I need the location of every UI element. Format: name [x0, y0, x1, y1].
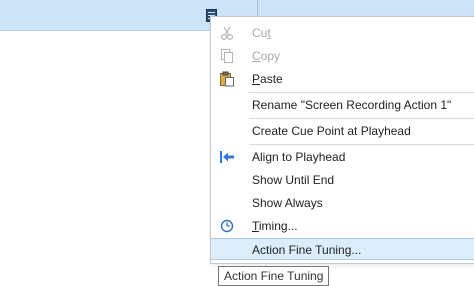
clipboard-icon	[220, 71, 234, 87]
context-menu: Cut Copy Paste Rename "Screen Recording …	[210, 16, 474, 264]
menu-item-cut[interactable]: Cut	[211, 22, 474, 44]
menu-item-timing-label: Timing...	[252, 219, 298, 233]
menu-item-align-to-playhead[interactable]: Align to Playhead	[211, 146, 474, 168]
menu-item-show-until-end-label: Show Until End	[252, 173, 335, 187]
menu-item-show-until-end[interactable]: Show Until End	[211, 169, 474, 191]
menu-item-show-always[interactable]: Show Always	[211, 192, 474, 214]
menu-item-cut-label: Cut	[252, 26, 271, 40]
menu-item-rename-label: Rename "Screen Recording Action 1"	[252, 98, 452, 112]
menu-separator	[249, 118, 474, 119]
menu-item-action-fine-tuning[interactable]: Action Fine Tuning...	[211, 238, 474, 260]
menu-item-show-always-label: Show Always	[252, 196, 323, 210]
menu-separator	[249, 92, 474, 93]
menu-item-timing[interactable]: Timing...	[211, 215, 474, 237]
menu-item-copy-label: Copy	[252, 49, 281, 63]
screen: Cut Copy Paste Rename "Screen Recording …	[0, 0, 474, 286]
scissors-icon	[220, 26, 234, 41]
menu-item-rename[interactable]: Rename "Screen Recording Action 1"	[211, 94, 474, 116]
tooltip: Action Fine Tuning	[218, 266, 330, 286]
menu-item-action-fine-tuning-label: Action Fine Tuning...	[252, 243, 362, 257]
menu-item-align-to-playhead-label: Align to Playhead	[252, 150, 346, 164]
clock-icon	[220, 219, 234, 233]
menu-item-paste[interactable]: Paste	[211, 68, 474, 90]
menu-item-create-cue-point[interactable]: Create Cue Point at Playhead	[211, 120, 474, 142]
align-arrow-icon	[220, 151, 234, 163]
menu-item-paste-label: Paste	[252, 72, 283, 86]
menu-separator	[249, 144, 474, 145]
menu-item-create-cue-point-label: Create Cue Point at Playhead	[252, 124, 411, 138]
copy-icon	[221, 49, 233, 63]
menu-item-copy[interactable]: Copy	[211, 45, 474, 67]
